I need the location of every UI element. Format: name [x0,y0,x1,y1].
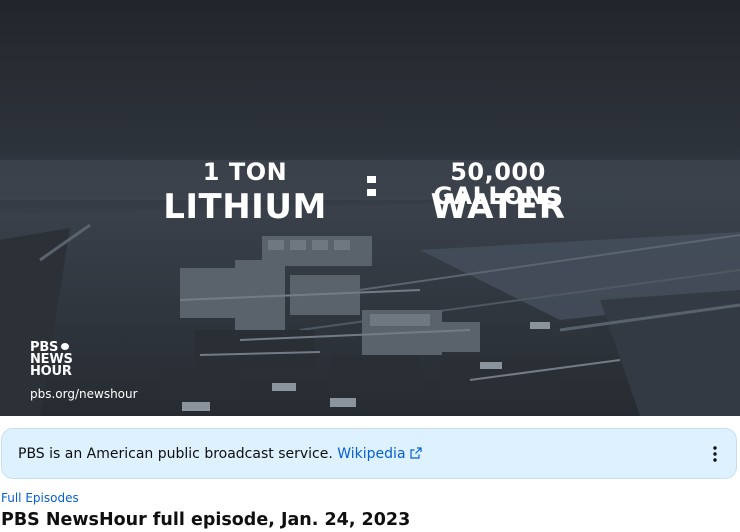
pbs-head-icon [61,343,70,350]
video-frame-scene [0,0,740,416]
video-player[interactable]: 1 TON LITHIUM 50,000 GALLONS WATER PBS N… [0,0,740,416]
information-panel: PBS is an American public broadcast serv… [1,428,737,479]
external-link-icon [409,447,422,459]
pbs-newshour-logo: PBS NEWS HOUR [30,341,73,379]
ratio-colon-dot-top [367,176,376,183]
wikipedia-link-label: Wikipedia [337,446,406,462]
more-actions-button[interactable] [702,441,728,467]
info-panel-content: PBS is an American public broadcast serv… [18,446,422,462]
logo-line-3: HOUR [30,364,72,379]
video-title: PBS NewsHour full episode, Jan. 24, 2023 [1,510,411,530]
category-link[interactable]: Full Episodes [1,491,79,505]
info-panel-text: PBS is an American public broadcast serv… [18,446,333,462]
more-vert-icon [713,446,717,462]
ratio-colon-dot-bottom [367,189,376,196]
wikipedia-link[interactable]: Wikipedia [337,446,422,462]
brand-url: pbs.org/newshour [30,387,138,401]
page: 1 TON LITHIUM 50,000 GALLONS WATER PBS N… [0,0,740,532]
overlay-ratio-left-material: LITHIUM [163,187,327,227]
overlay-ratio-left-amount: 1 TON [202,158,288,186]
overlay-ratio-right-material: WATER [430,187,566,227]
